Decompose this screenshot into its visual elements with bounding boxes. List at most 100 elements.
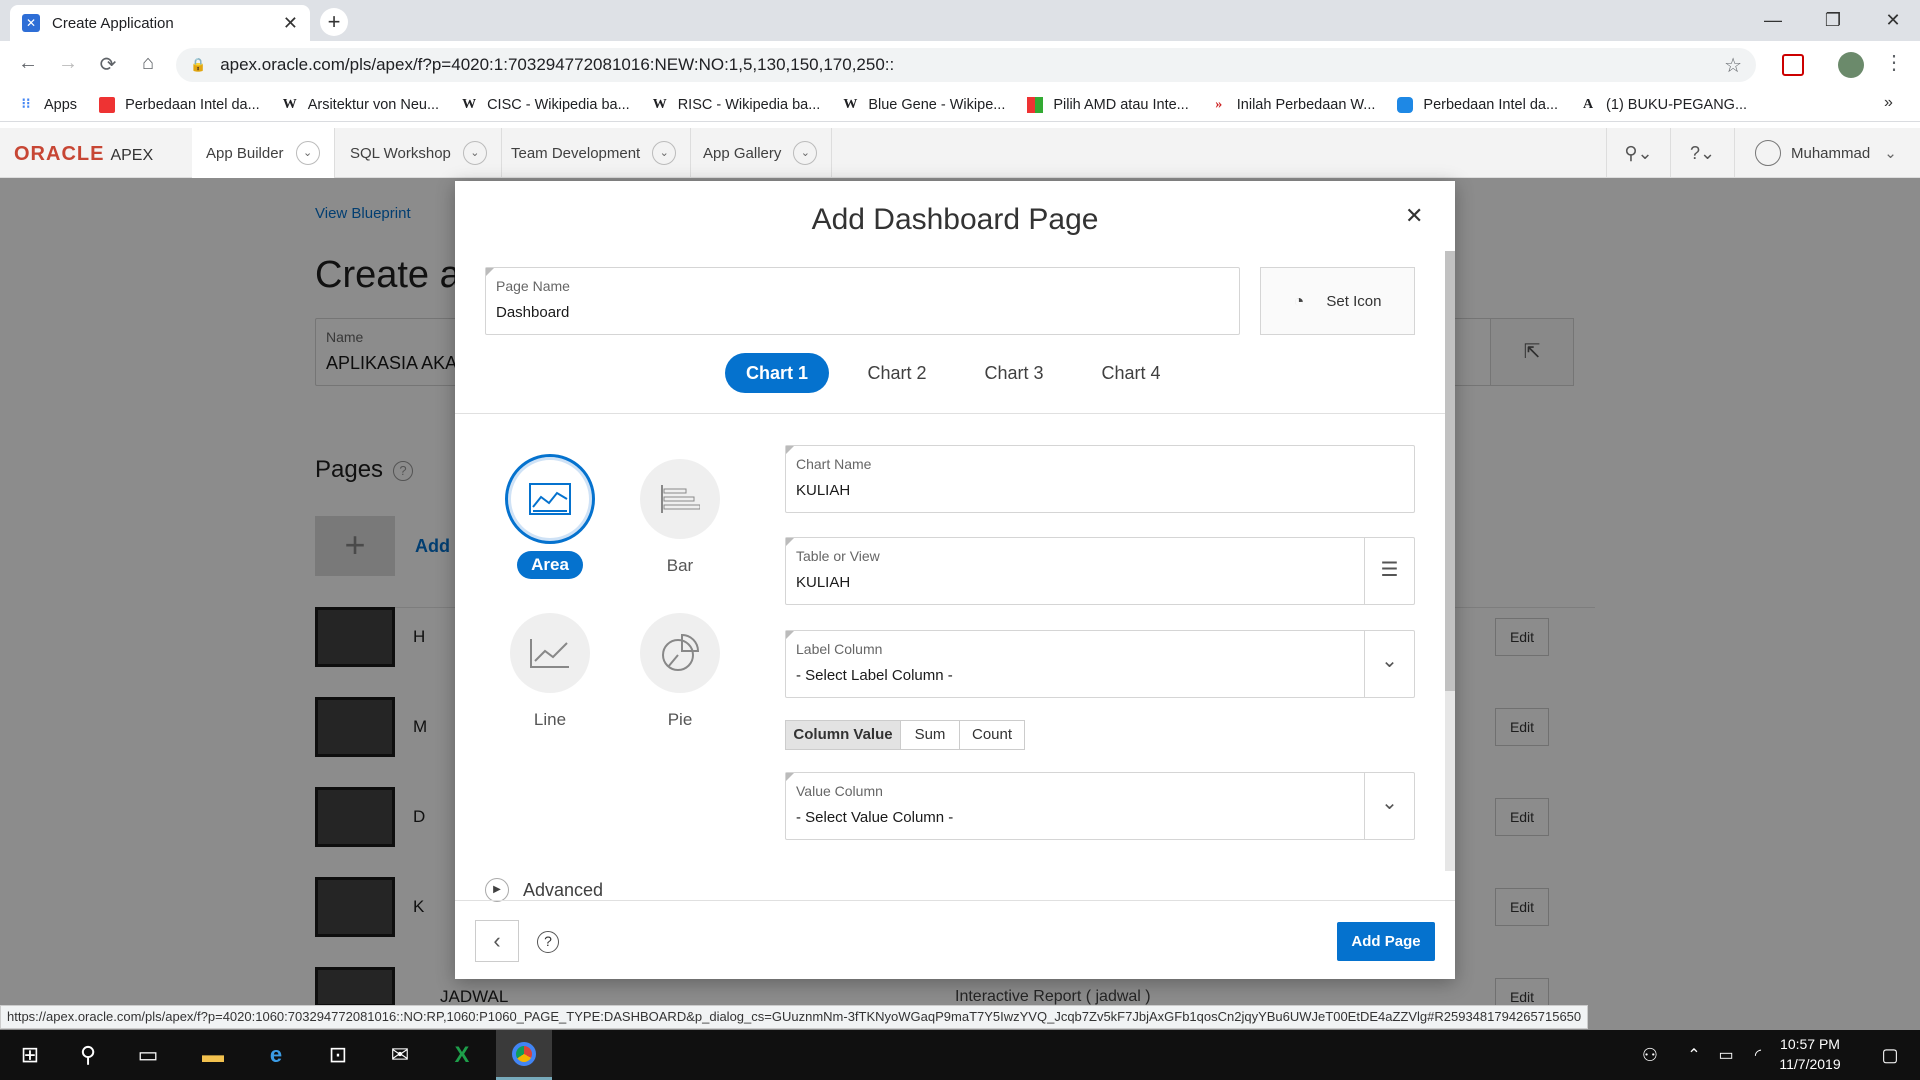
gauge-icon: ◔ (1293, 290, 1305, 311)
area-chart-icon (529, 483, 571, 515)
aggregation-count[interactable]: Count (959, 720, 1025, 750)
system-clock[interactable]: 10:57 PM 11/7/2019 (1760, 1034, 1860, 1074)
chart-type-bar[interactable] (640, 459, 720, 539)
advanced-toggle[interactable]: ▶ Advanced (485, 878, 603, 902)
bookmark-apps[interactable]: ⁝⁝ Apps (18, 97, 78, 113)
bar-chart-icon (661, 485, 700, 513)
bookmark-item[interactable]: » Inilah Perbedaan W... (1211, 96, 1375, 113)
chart-type-bar-label[interactable]: Bar (640, 556, 720, 576)
new-tab-button[interactable]: + (320, 8, 348, 36)
bookmark-icon: A (1582, 96, 1594, 112)
dialog-title: Add Dashboard Page (811, 203, 1099, 236)
tab-chart-3[interactable]: Chart 3 (964, 353, 1064, 393)
oracle-apex-logo[interactable]: ORACLE APEX (14, 143, 153, 166)
wikipedia-icon: W (462, 96, 477, 112)
back-icon[interactable]: ← (14, 52, 42, 75)
help-icon[interactable]: ? (537, 931, 559, 953)
tab-app-builder[interactable]: App Builder ⌄ (192, 128, 335, 178)
chrome-icon[interactable] (496, 1030, 552, 1080)
aggregation-sum[interactable]: Sum (900, 720, 960, 750)
bookmark-item[interactable]: W RISC - Wikipedia ba... (652, 97, 821, 113)
excel-icon[interactable]: X (434, 1030, 490, 1080)
tab-chart-4[interactable]: Chart 4 (1081, 353, 1181, 393)
restore-window-button[interactable]: ❐ (1813, 6, 1853, 34)
browser-tab-title: Create Application (52, 14, 174, 32)
wikipedia-icon: W (843, 96, 858, 112)
chevron-down-icon[interactable]: ⌄ (462, 141, 487, 165)
address-bar[interactable]: 🔒 apex.oracle.com/pls/apex/f?p=4020:1:70… (176, 48, 1756, 82)
chevron-down-icon[interactable]: ⌄ (793, 141, 818, 165)
tab-app-gallery[interactable]: App Gallery ⌄ (689, 128, 833, 178)
user-avatar-icon (1755, 140, 1781, 166)
menu-icon[interactable]: ⋮ (1884, 50, 1904, 75)
bookmark-item[interactable]: A (1) BUKU-PEGANG... (1580, 97, 1747, 113)
lock-icon: 🔒 (190, 57, 207, 72)
notification-icon[interactable]: ▢ (1862, 1030, 1918, 1080)
chart-type-line[interactable] (510, 613, 590, 693)
previous-button[interactable]: ‹ (475, 920, 519, 962)
bookmark-star-icon[interactable]: ☆ (1724, 53, 1742, 78)
reload-icon[interactable]: ⟳ (94, 52, 122, 77)
bookmark-icon: » (1215, 96, 1223, 112)
bookmark-icon (99, 96, 116, 113)
wikipedia-icon: W (652, 96, 667, 112)
bookmark-item[interactable]: W Blue Gene - Wikipe... (842, 97, 1005, 113)
task-view-icon[interactable]: ▭ (120, 1030, 176, 1080)
set-icon-button[interactable]: ◔ Set Icon (1260, 267, 1415, 335)
chevron-down-icon: ⌄ (1884, 145, 1897, 162)
page-name-field[interactable]: Page Name Dashboard (485, 267, 1240, 335)
home-icon[interactable]: ⌂ (134, 52, 162, 75)
edge-browser-icon[interactable]: e (248, 1030, 304, 1080)
pie-chart-icon (662, 633, 700, 671)
scrollbar-thumb[interactable] (1445, 251, 1455, 691)
chart-type-area[interactable] (505, 454, 595, 544)
chevron-down-icon[interactable]: ⌄ (295, 141, 320, 165)
list-lookup-icon[interactable]: ☰ (1364, 538, 1414, 604)
chevron-down-icon[interactable]: ⌄ (652, 141, 677, 165)
user-settings-icon[interactable]: ⚲⌄ (1606, 128, 1670, 178)
close-window-button[interactable]: ✕ (1873, 6, 1913, 34)
chevron-down-icon[interactable]: ⌄ (1364, 631, 1414, 697)
status-bar-url: https://apex.oracle.com/pls/apex/f?p=402… (0, 1005, 1589, 1029)
bookmark-item[interactable]: Pilih AMD atau Inte... (1027, 96, 1189, 113)
store-icon[interactable]: ⊡ (310, 1030, 366, 1080)
file-explorer-icon[interactable]: ▬ (185, 1030, 241, 1080)
apex-favicon-icon: ✕ (22, 14, 40, 32)
bookmark-item[interactable]: Perbedaan Intel da... (1397, 96, 1558, 113)
chevron-down-icon[interactable]: ⌄ (1364, 773, 1414, 839)
chart-type-area-label[interactable]: Area (517, 551, 583, 579)
close-tab-icon[interactable]: ✕ (283, 13, 298, 34)
chart-type-pie-label[interactable]: Pie (640, 710, 720, 730)
chart-name-field[interactable]: Chart Name KULIAH (785, 445, 1415, 513)
bookmark-item[interactable]: W Arsitektur von Neu... (282, 97, 439, 113)
value-column-select[interactable]: Value Column - Select Value Column - ⌄ (785, 772, 1415, 840)
bookmark-item[interactable]: W CISC - Wikipedia ba... (461, 97, 630, 113)
search-icon[interactable]: ⚲ (60, 1030, 116, 1080)
close-icon[interactable]: ✕ (1405, 203, 1423, 229)
bookmark-icon (1397, 96, 1414, 113)
profile-avatar[interactable] (1838, 52, 1864, 78)
mail-icon[interactable]: ✉ (372, 1030, 428, 1080)
aggregation-column-value[interactable]: Column Value (785, 720, 901, 750)
extension-icon[interactable] (1782, 54, 1804, 76)
label-column-select[interactable]: Label Column - Select Label Column - ⌄ (785, 630, 1415, 698)
forward-icon[interactable]: → (54, 52, 82, 75)
wikipedia-icon: W (282, 96, 297, 112)
more-bookmarks-icon[interactable]: » (1884, 94, 1893, 112)
add-page-button[interactable]: Add Page (1337, 922, 1435, 961)
minimize-window-button[interactable]: — (1753, 6, 1793, 34)
address-url: apex.oracle.com/pls/apex/f?p=4020:1:7032… (220, 55, 895, 74)
user-menu[interactable]: Muhammad ⌄ (1734, 128, 1920, 178)
tab-chart-1[interactable]: Chart 1 (725, 353, 829, 393)
tab-team-development[interactable]: Team Development ⌄ (497, 128, 692, 178)
tab-chart-2[interactable]: Chart 2 (847, 353, 947, 393)
chart-type-line-label[interactable]: Line (510, 710, 590, 730)
tab-sql-workshop[interactable]: SQL Workshop ⌄ (336, 128, 502, 178)
help-icon[interactable]: ?⌄ (1670, 128, 1734, 178)
line-chart-icon (530, 639, 569, 668)
browser-tab[interactable]: ✕ Create Application ✕ (10, 5, 310, 41)
chart-type-pie[interactable] (640, 613, 720, 693)
windows-start-icon[interactable]: ⊞ (2, 1030, 58, 1080)
table-or-view-field[interactable]: Table or View KULIAH ☰ (785, 537, 1415, 605)
bookmark-item[interactable]: Perbedaan Intel da... (99, 96, 260, 113)
